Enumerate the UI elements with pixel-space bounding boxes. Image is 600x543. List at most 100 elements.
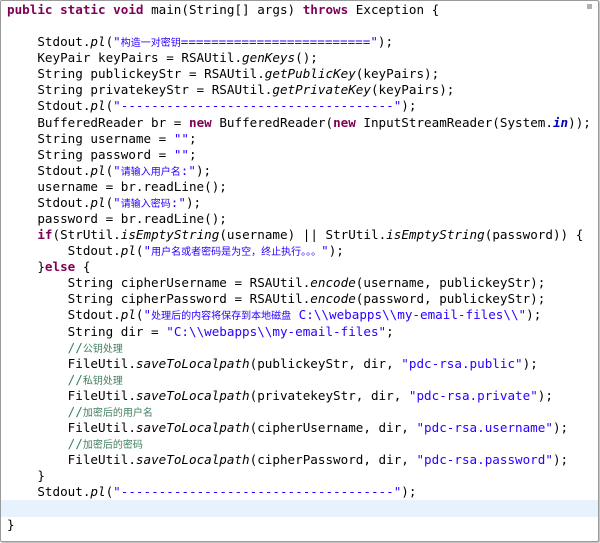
code-line[interactable]	[1, 18, 598, 34]
code-line[interactable]: String privatekeyStr = RSAUtil.getPrivat…	[1, 82, 598, 98]
code-text: (StrUtil.	[52, 227, 121, 243]
code-method: pl	[90, 162, 106, 178]
code-line[interactable]: Stdout.pl("-----------------------------…	[1, 98, 598, 114]
code-line[interactable]: String publickeyStr = RSAUtil.getPublicK…	[1, 66, 598, 82]
code-line[interactable]: }else {	[1, 259, 598, 275]
code-text: (password, publickeyStr);	[355, 291, 546, 307]
code-text: ;	[188, 130, 197, 146]
code-text: );	[552, 452, 569, 468]
code-text: (keyPairs);	[355, 66, 440, 82]
code-text: );	[552, 420, 569, 436]
code-method: getPrivateKey	[272, 82, 371, 98]
code-comment: //加密后的密码	[67, 436, 143, 452]
code-line[interactable]: String username = "";	[1, 131, 598, 147]
code-line[interactable]: //公钥处理	[1, 340, 598, 356]
code-text: {	[75, 259, 91, 275]
code-text: String privatekeyStr = RSAUtil.	[7, 82, 273, 98]
code-method: pl	[120, 243, 136, 259]
code-line[interactable]: String cipherPassword = RSAUtil.encode(p…	[1, 291, 598, 307]
code-line[interactable]: FileUtil.saveToLocalpath(privatekeyStr, …	[1, 388, 598, 404]
code-line[interactable]: String dir = "C:\\webapps\\my-email-file…	[1, 324, 598, 340]
code-string: "------------------------------------"	[113, 484, 402, 500]
code-text: ));	[568, 114, 591, 130]
code-string: ""	[173, 130, 189, 146]
code-text: (privatekeyStr, dir,	[249, 387, 409, 403]
code-text: InputStreamReader(System.	[355, 114, 553, 130]
code-method: encode	[310, 291, 356, 307]
code-line[interactable]	[1, 500, 598, 517]
code-text: (	[135, 307, 144, 323]
code-line[interactable]: public static void main(String[] args) t…	[1, 2, 598, 18]
code-line[interactable]: BufferedReader br = new BufferedReader(n…	[1, 115, 598, 131]
code-string: "构造一对密钥========================="	[113, 34, 378, 50]
code-text: );	[401, 484, 417, 500]
code-line[interactable]: FileUtil.saveToLocalpath(cipherPassword,…	[1, 452, 598, 468]
code-text: );	[401, 98, 417, 114]
code-line[interactable]: Stdout.pl("用户名或者密码是为空，终止执行。。。");	[1, 243, 598, 259]
code-area[interactable]: public static void main(String[] args) t…	[1, 2, 598, 533]
code-keyword: public static void	[7, 2, 152, 17]
code-string: ""	[173, 146, 189, 162]
code-line[interactable]: username = br.readLine();	[1, 179, 598, 195]
code-text: (publickeyStr, dir,	[249, 355, 402, 371]
code-line[interactable]: }	[1, 468, 598, 484]
code-string: "pdc-rsa.password"	[416, 452, 553, 468]
code-text: Exception {	[348, 2, 440, 17]
code-method: pl	[90, 34, 106, 50]
code-keyword: else	[44, 259, 76, 275]
code-text: );	[328, 243, 344, 259]
code-line[interactable]: FileUtil.saveToLocalpath(publickeyStr, d…	[1, 356, 598, 372]
code-method: pl	[120, 307, 136, 323]
code-string: "请输入密码:"	[113, 194, 186, 210]
code-text: password = br.readLine();	[7, 211, 227, 227]
code-text: (keyPairs);	[370, 82, 455, 98]
code-text: FileUtil.	[7, 452, 136, 468]
code-method: saveToLocalpath	[135, 420, 250, 436]
code-line[interactable]: FileUtil.saveToLocalpath(cipherUsername,…	[1, 420, 598, 436]
code-text: );	[185, 194, 202, 210]
code-method: pl	[90, 484, 106, 500]
code-method: pl	[90, 98, 106, 114]
code-editor-panel[interactable]: public static void main(String[] args) t…	[0, 0, 599, 542]
code-text: Stdout.	[7, 484, 91, 500]
code-line[interactable]: Stdout.pl("请输入密码:");	[1, 195, 598, 211]
code-line[interactable]: String cipherUsername = RSAUtil.encode(u…	[1, 275, 598, 291]
code-keyword: new	[333, 114, 356, 130]
code-string: "pdc-rsa.username"	[416, 420, 553, 436]
code-line[interactable]: Stdout.pl("构造一对密钥=======================…	[1, 34, 598, 50]
code-text: String password =	[7, 146, 174, 162]
code-line[interactable]: Stdout.pl("-----------------------------…	[1, 484, 598, 500]
code-line[interactable]: //加密后的密码	[1, 436, 598, 452]
code-text: );	[537, 387, 553, 403]
code-text: (cipherPassword, dir,	[249, 452, 417, 468]
code-text: FileUtil.	[7, 387, 136, 403]
code-method: saveToLocalpath	[135, 387, 250, 403]
code-line[interactable]: KeyPair keyPairs = RSAUtil.genKeys();	[1, 50, 598, 66]
code-text: (password)) {	[484, 227, 584, 243]
code-comment: //私钥处理	[67, 371, 123, 387]
code-line[interactable]: //加密后的用户名	[1, 404, 598, 420]
code-text: Stdout.	[7, 98, 91, 114]
code-keyword: throws	[302, 2, 349, 17]
code-line[interactable]: String password = "";	[1, 147, 598, 163]
code-text: );	[195, 162, 212, 178]
code-text: ;	[386, 323, 394, 339]
overview-ruler-marker	[587, 4, 592, 9]
code-line[interactable]: Stdout.pl("请输入用户名:");	[1, 163, 598, 179]
code-line[interactable]: password = br.readLine();	[1, 211, 598, 227]
code-method: isEmptyString	[386, 227, 485, 243]
code-string: "处理后的内容将保存到本地磁盘 C:\\webapps\\my-email-fi…	[143, 307, 527, 323]
code-text: main(String[] args)	[151, 2, 303, 17]
code-text: );	[522, 355, 538, 371]
code-line[interactable]: if(StrUtil.isEmptyString(username) || St…	[1, 227, 598, 243]
code-line[interactable]: //私钥处理	[1, 372, 598, 388]
code-text: (cipherUsername, dir,	[249, 420, 417, 436]
code-text: Stdout.	[7, 194, 91, 210]
code-method: encode	[310, 275, 356, 291]
code-line[interactable]: }	[1, 517, 598, 533]
code-line[interactable]: Stdout.pl("处理后的内容将保存到本地磁盘 C:\\webapps\\m…	[1, 307, 598, 323]
code-method: genKeys	[242, 50, 296, 66]
